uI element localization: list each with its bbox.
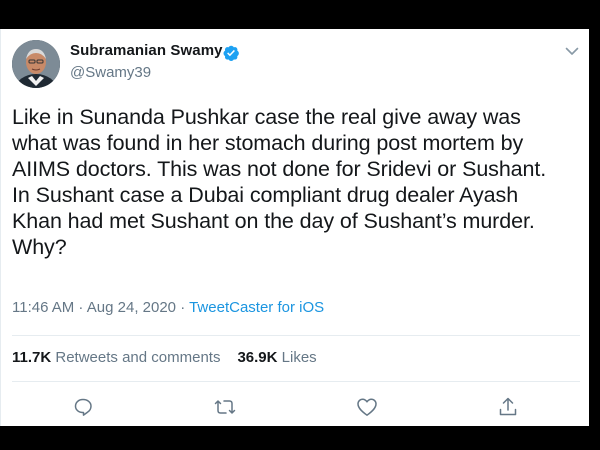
tweet-line: Why?	[12, 235, 67, 259]
avatar[interactable]	[12, 40, 60, 88]
share-icon	[499, 397, 517, 416]
reply-icon	[74, 398, 92, 416]
retweets-label: Retweets and comments	[55, 349, 221, 366]
author-handle[interactable]: @Swamy39	[70, 64, 151, 81]
chevron-down-icon[interactable]	[564, 43, 580, 59]
retweets-count: 11.7K	[12, 349, 52, 366]
share-button[interactable]	[496, 395, 520, 419]
tweet-line: Khan had met Sushant on the day of Susha…	[12, 209, 535, 233]
reply-button[interactable]	[71, 395, 95, 419]
meta-separator: ·	[74, 299, 87, 316]
likes-stat[interactable]: 36.9K Likes	[237, 349, 316, 366]
tweet-stats: 11.7K Retweets and comments 36.9K Likes	[12, 349, 317, 366]
verified-badge-icon	[223, 45, 239, 62]
tweet-line: AIIMS doctors. This was not done for Sri…	[12, 157, 547, 181]
tweet-line: In Sushant case a Dubai compliant drug d…	[12, 183, 519, 207]
tweet-line: what was found in her stomach during pos…	[12, 131, 524, 155]
retweets-stat[interactable]: 11.7K Retweets and comments	[12, 349, 220, 366]
tweet-meta: 11:46 AM · Aug 24, 2020 · TweetCaster fo…	[12, 299, 324, 316]
heart-icon	[357, 398, 377, 416]
tweet-source-link[interactable]: TweetCaster for iOS	[189, 299, 324, 316]
screenshot-frame: Subramanian Swamy @Swamy39 Like in Sunan…	[0, 0, 600, 450]
likes-count: 36.9K	[237, 349, 278, 366]
likes-label: Likes	[281, 349, 317, 366]
divider	[12, 335, 580, 336]
divider	[12, 381, 580, 382]
avatar-portrait-icon	[12, 40, 60, 88]
like-button[interactable]	[355, 395, 379, 419]
tweet-text: Like in Sunanda Pushkar case the real gi…	[12, 104, 582, 260]
tweet-time[interactable]: 11:46 AM	[12, 299, 74, 316]
tweet-date[interactable]: Aug 24, 2020	[87, 299, 176, 316]
tweet-line: Like in Sunanda Pushkar case the real gi…	[12, 105, 521, 129]
author-name[interactable]: Subramanian Swamy	[70, 42, 223, 59]
tweet-actions	[1, 395, 590, 425]
tweet-card: Subramanian Swamy @Swamy39 Like in Sunan…	[0, 29, 589, 426]
meta-separator: ·	[176, 299, 190, 316]
retweet-icon	[214, 400, 236, 414]
retweet-button[interactable]	[213, 395, 237, 419]
